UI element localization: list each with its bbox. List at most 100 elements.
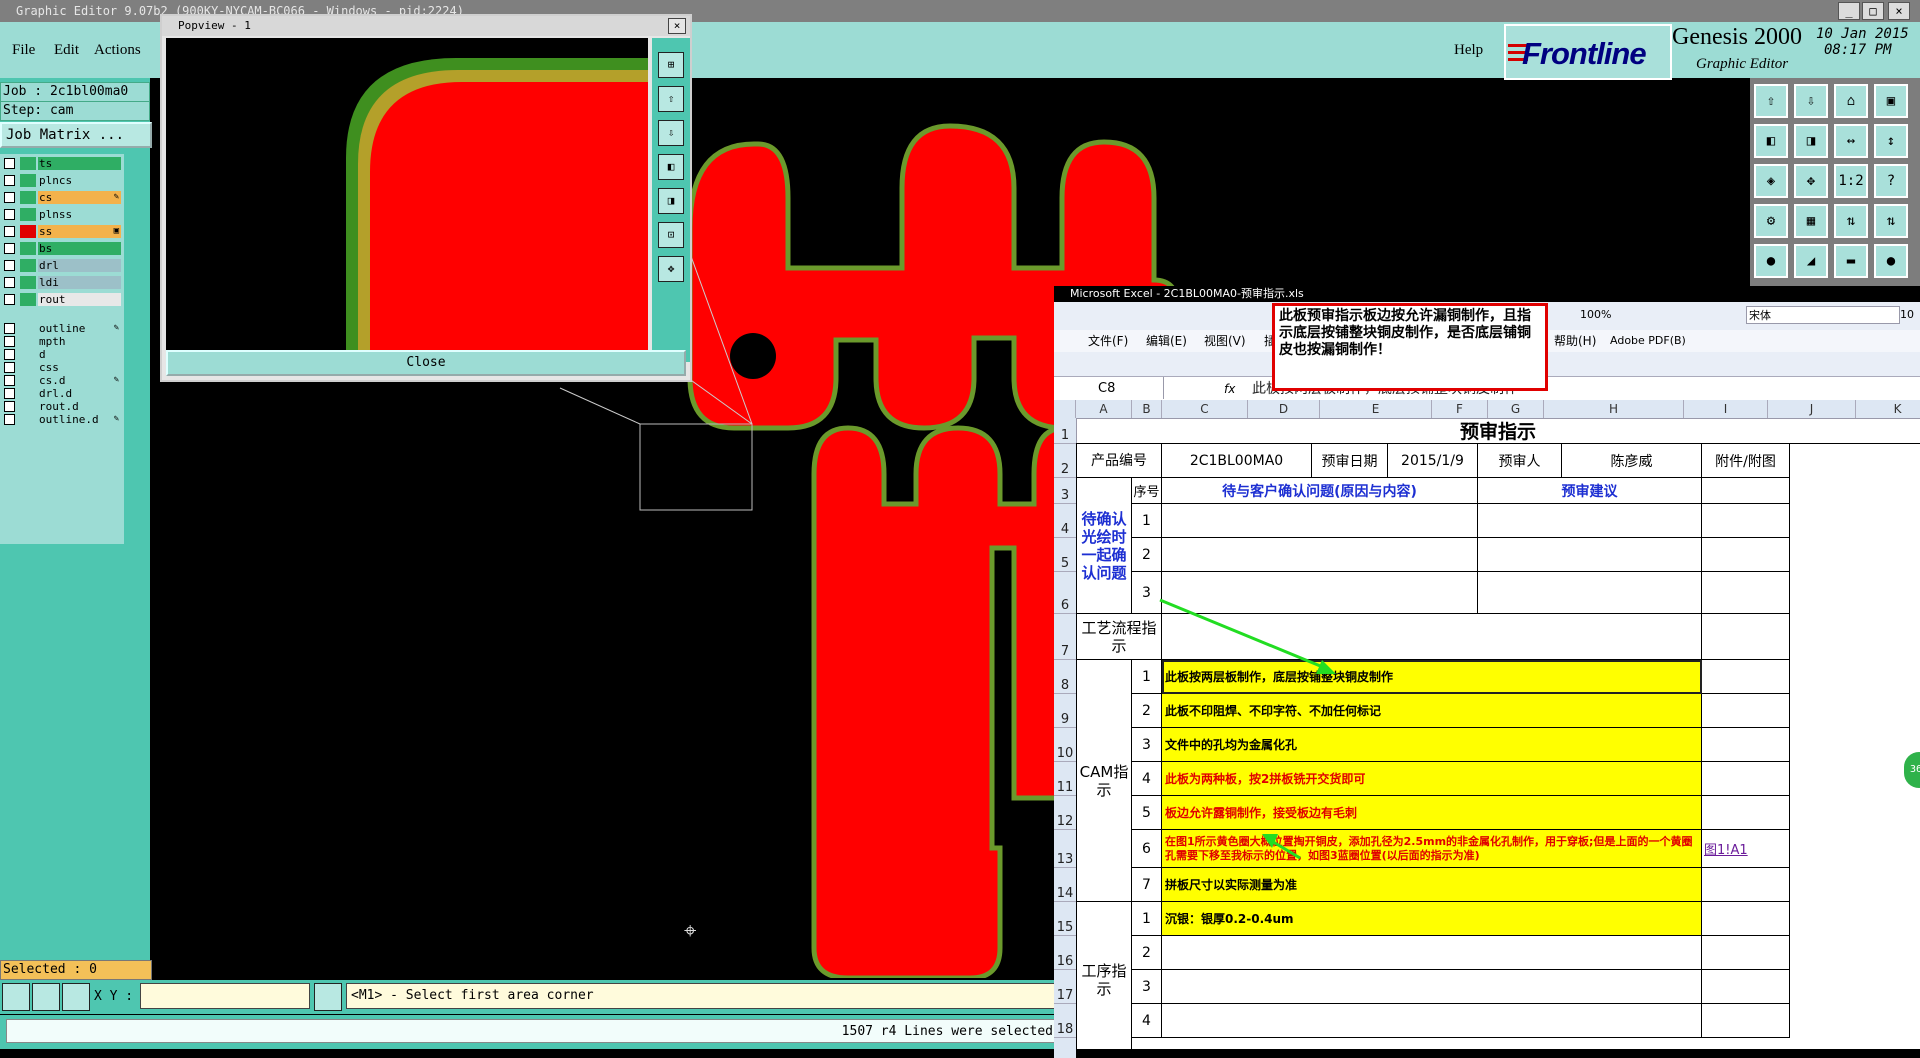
layer-color-swatch[interactable] bbox=[20, 293, 36, 306]
layer-checkbox[interactable] bbox=[4, 192, 15, 203]
font-size-select[interactable]: 10 bbox=[1900, 308, 1914, 321]
column-header-E[interactable]: E bbox=[1320, 400, 1432, 418]
column-header-G[interactable]: G bbox=[1488, 400, 1544, 418]
proc-item-2[interactable] bbox=[1162, 936, 1702, 970]
row-header-11[interactable]: 11 bbox=[1054, 762, 1076, 796]
menu-edit[interactable]: Edit bbox=[54, 42, 79, 59]
xy-input[interactable] bbox=[140, 983, 310, 1009]
maximize-button[interactable]: □ bbox=[1862, 2, 1884, 20]
layer-checkbox[interactable] bbox=[4, 277, 15, 288]
xl-menu-view[interactable]: 视图(V) bbox=[1204, 330, 1246, 352]
layer-color-swatch[interactable] bbox=[20, 276, 36, 289]
layer-name[interactable]: bs bbox=[38, 242, 121, 255]
layer-row-16[interactable]: outline.d ✎ bbox=[2, 412, 121, 427]
layer-name[interactable]: plncs bbox=[38, 174, 121, 187]
tool-button-icon-12[interactable]: ⚙ bbox=[1754, 204, 1788, 238]
column-header-J[interactable]: J bbox=[1768, 400, 1856, 418]
layer-row-4[interactable]: ss ▣ bbox=[2, 224, 121, 239]
info-icon[interactable] bbox=[314, 983, 342, 1011]
layer-name[interactable]: ts bbox=[38, 157, 121, 170]
layer-row-3[interactable]: plnss bbox=[2, 207, 121, 222]
layer-color-swatch[interactable] bbox=[20, 225, 36, 238]
layer-checkbox[interactable] bbox=[4, 323, 15, 334]
layer-name[interactable]: outline.d ✎ bbox=[38, 413, 121, 426]
tool-button-icon-10[interactable]: 1:2 bbox=[1834, 164, 1868, 198]
xl-menu-help[interactable]: 帮助(H) bbox=[1554, 330, 1596, 352]
layer-checkbox[interactable] bbox=[4, 401, 15, 412]
layer-color-swatch[interactable] bbox=[20, 259, 36, 272]
tool-button-icon-1[interactable]: ⇩ bbox=[1794, 84, 1828, 118]
layer-checkbox[interactable] bbox=[4, 226, 15, 237]
row-header-10[interactable]: 10 bbox=[1054, 728, 1076, 762]
row-header-6[interactable]: 6 bbox=[1054, 572, 1076, 614]
layer-name[interactable]: drl bbox=[38, 259, 121, 272]
row-header-7[interactable]: 7 bbox=[1054, 614, 1076, 660]
tool-button-icon-16[interactable]: ● bbox=[1754, 244, 1788, 278]
menu-file[interactable]: File bbox=[12, 42, 35, 59]
row-header-12[interactable]: 12 bbox=[1054, 796, 1076, 830]
tool-button-icon-15[interactable]: ⇅ bbox=[1874, 204, 1908, 238]
layer-checkbox[interactable] bbox=[4, 375, 15, 386]
row-header-16[interactable]: 16 bbox=[1054, 936, 1076, 970]
row-header-15[interactable]: 15 bbox=[1054, 902, 1076, 936]
column-header-D[interactable]: D bbox=[1248, 400, 1320, 418]
tool-button-icon-8[interactable]: ◈ bbox=[1754, 164, 1788, 198]
tool-button-icon-7[interactable]: ↕ bbox=[1874, 124, 1908, 158]
tool-button-icon-18[interactable]: ▬ bbox=[1834, 244, 1868, 278]
layer-checkbox[interactable] bbox=[4, 349, 15, 360]
proc-item-1[interactable]: 沉银：银厚0.2-0.4um bbox=[1162, 902, 1702, 936]
layer-color-swatch[interactable] bbox=[20, 242, 36, 255]
menu-help[interactable]: Help bbox=[1454, 42, 1483, 59]
column-header-K[interactable]: K bbox=[1856, 400, 1920, 418]
xl-menu-adobe[interactable]: Adobe PDF(B) bbox=[1610, 330, 1686, 352]
name-box[interactable]: C8 bbox=[1054, 377, 1164, 399]
tool-button-icon-11[interactable]: ? bbox=[1874, 164, 1908, 198]
grid-icon[interactable] bbox=[62, 983, 90, 1011]
measure-icon[interactable] bbox=[32, 983, 60, 1011]
tool-button-icon-9[interactable]: ✥ bbox=[1794, 164, 1828, 198]
cam-attach-6[interactable]: 图1!A1 bbox=[1702, 830, 1790, 868]
job-matrix-button[interactable]: Job Matrix ... bbox=[0, 122, 152, 148]
layer-checkbox[interactable] bbox=[4, 336, 15, 347]
column-header-A[interactable]: A bbox=[1076, 400, 1132, 418]
tool-button-icon-2[interactable]: ⌂ bbox=[1834, 84, 1868, 118]
layer-row-1[interactable]: plncs bbox=[2, 173, 121, 188]
close-button[interactable]: × bbox=[1888, 2, 1910, 20]
xl-menu-file[interactable]: 文件(F) bbox=[1088, 330, 1128, 352]
popview-tool-icon-5[interactable]: ⊡ bbox=[658, 222, 684, 248]
row-header-4[interactable]: 4 bbox=[1054, 504, 1076, 538]
layer-checkbox[interactable] bbox=[4, 158, 15, 169]
row-header-9[interactable]: 9 bbox=[1054, 694, 1076, 728]
layer-row-2[interactable]: cs ✎ bbox=[2, 190, 121, 205]
popview-tool-icon-4[interactable]: ◨ bbox=[658, 188, 684, 214]
column-header-I[interactable]: I bbox=[1684, 400, 1768, 418]
snap-icon[interactable] bbox=[2, 983, 30, 1011]
popview-tool-icon-3[interactable]: ◧ bbox=[658, 154, 684, 180]
column-header-F[interactable]: F bbox=[1432, 400, 1488, 418]
row-header-1[interactable]: 1 bbox=[1054, 418, 1076, 444]
font-select[interactable]: 宋体 bbox=[1746, 306, 1900, 324]
layer-name[interactable]: ss ▣ bbox=[38, 225, 121, 238]
popview-close-icon[interactable]: × bbox=[668, 18, 686, 34]
layer-checkbox[interactable] bbox=[4, 414, 15, 425]
xl-menu-edit[interactable]: 编辑(E) bbox=[1146, 330, 1187, 352]
column-header-B[interactable]: B bbox=[1132, 400, 1162, 418]
layer-color-swatch[interactable] bbox=[20, 174, 36, 187]
tool-button-icon-3[interactable]: ▣ bbox=[1874, 84, 1908, 118]
layer-checkbox[interactable] bbox=[4, 243, 15, 254]
layer-checkbox[interactable] bbox=[4, 388, 15, 399]
popview-tool-icon-1[interactable]: ⇧ bbox=[658, 86, 684, 112]
layer-checkbox[interactable] bbox=[4, 209, 15, 220]
popview-tool-icon-2[interactable]: ⇩ bbox=[658, 120, 684, 146]
proc-item-3[interactable] bbox=[1162, 970, 1702, 1004]
tool-button-icon-0[interactable]: ⇧ bbox=[1754, 84, 1788, 118]
tool-button-icon-14[interactable]: ⇅ bbox=[1834, 204, 1868, 238]
row-header-8[interactable]: 8 bbox=[1054, 660, 1076, 694]
tool-button-icon-4[interactable]: ◧ bbox=[1754, 124, 1788, 158]
layer-checkbox[interactable] bbox=[4, 260, 15, 271]
layer-name[interactable]: rout bbox=[38, 293, 121, 306]
column-header-C[interactable]: C bbox=[1162, 400, 1248, 418]
tool-button-icon-5[interactable]: ◨ bbox=[1794, 124, 1828, 158]
tool-button-icon-19[interactable]: ● bbox=[1874, 244, 1908, 278]
row-header-14[interactable]: 14 bbox=[1054, 868, 1076, 902]
